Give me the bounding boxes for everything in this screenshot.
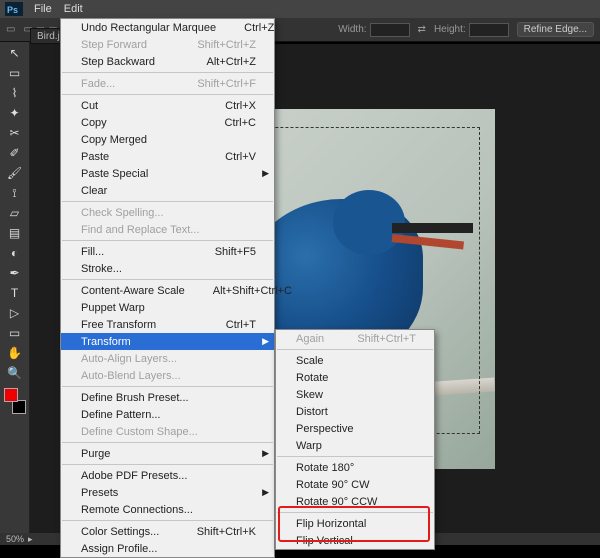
app-logo: Ps: [4, 1, 24, 17]
submenu-rotate-90-ccw[interactable]: Rotate 90° CCW: [276, 493, 434, 510]
submenu-rotate[interactable]: Rotate: [276, 369, 434, 386]
zoom-arrow-icon[interactable]: ▸: [28, 534, 33, 545]
tool-gradient[interactable]: ▤: [4, 224, 26, 242]
menu-copy[interactable]: CopyCtrl+C: [61, 114, 274, 131]
height-label: Height:: [434, 24, 466, 35]
menu-content-aware-scale[interactable]: Content-Aware ScaleAlt+Shift+Ctrl+C: [61, 282, 274, 299]
tool-hand[interactable]: ✋: [4, 344, 26, 362]
menu-paste-special[interactable]: Paste Special▶: [61, 165, 274, 182]
submenu-distort[interactable]: Distort: [276, 403, 434, 420]
submenu-scale[interactable]: Scale: [276, 352, 434, 369]
tool-pen[interactable]: ✒: [4, 264, 26, 282]
tool-path[interactable]: ▷: [4, 304, 26, 322]
menu-paste[interactable]: PasteCtrl+V: [61, 148, 274, 165]
menu-auto-blend: Auto-Blend Layers...: [61, 367, 274, 384]
menu-define-pattern[interactable]: Define Pattern...: [61, 406, 274, 423]
transform-submenu: AgainShift+Ctrl+T Scale Rotate Skew Dist…: [275, 329, 435, 550]
tool-dodge[interactable]: ◐: [4, 244, 26, 262]
submenu-flip-vertical[interactable]: Flip Vertical: [276, 532, 434, 549]
menu-edit[interactable]: Edit: [58, 1, 89, 17]
tool-eyedropper[interactable]: ✐: [4, 144, 26, 162]
menu-fill[interactable]: Fill...Shift+F5: [61, 243, 274, 260]
menu-puppet-warp[interactable]: Puppet Warp: [61, 299, 274, 316]
width-label: Width:: [338, 24, 366, 35]
color-swatches[interactable]: [4, 388, 26, 414]
submenu-rotate-180[interactable]: Rotate 180°: [276, 459, 434, 476]
tool-brush[interactable]: 🖌: [4, 164, 26, 182]
marquee-tool-icon[interactable]: ▭: [6, 24, 15, 35]
menu-cut[interactable]: CutCtrl+X: [61, 97, 274, 114]
refine-edge-button[interactable]: Refine Edge...: [517, 22, 594, 37]
menu-stroke[interactable]: Stroke...: [61, 260, 274, 277]
menu-copy-merged[interactable]: Copy Merged: [61, 131, 274, 148]
submenu-again: AgainShift+Ctrl+T: [276, 330, 434, 347]
tool-move[interactable]: ↖: [4, 44, 26, 62]
menu-step-backward[interactable]: Step BackwardAlt+Ctrl+Z: [61, 53, 274, 70]
menu-auto-align: Auto-Align Layers...: [61, 350, 274, 367]
menu-check-spelling: Check Spelling...: [61, 204, 274, 221]
height-field[interactable]: [469, 23, 509, 37]
menu-presets[interactable]: Presets▶: [61, 484, 274, 501]
zoom-level[interactable]: 50%: [6, 534, 24, 544]
swap-dimensions-icon[interactable]: ⇄: [418, 24, 426, 35]
menu-step-forward: Step ForwardShift+Ctrl+Z: [61, 36, 274, 53]
menu-undo[interactable]: Undo Rectangular MarqueeCtrl+Z: [61, 19, 274, 36]
menubar: Ps File Edit: [0, 0, 600, 18]
menu-file[interactable]: File: [28, 1, 58, 17]
menu-free-transform[interactable]: Free TransformCtrl+T: [61, 316, 274, 333]
menu-clear[interactable]: Clear: [61, 182, 274, 199]
menu-color-settings[interactable]: Color Settings...Shift+Ctrl+K: [61, 523, 274, 540]
submenu-perspective[interactable]: Perspective: [276, 420, 434, 437]
tool-marquee[interactable]: ▭: [4, 64, 26, 82]
submenu-skew[interactable]: Skew: [276, 386, 434, 403]
tool-lasso[interactable]: ⌇: [4, 84, 26, 102]
menu-adobe-pdf-presets[interactable]: Adobe PDF Presets...: [61, 467, 274, 484]
menu-fade: Fade...Shift+Ctrl+F: [61, 75, 274, 92]
submenu-rotate-90-cw[interactable]: Rotate 90° CW: [276, 476, 434, 493]
background-color-swatch[interactable]: [12, 400, 26, 414]
tool-zoom[interactable]: 🔍: [4, 364, 26, 382]
foreground-color-swatch[interactable]: [4, 388, 18, 402]
menu-purge[interactable]: Purge▶: [61, 445, 274, 462]
menu-assign-profile[interactable]: Assign Profile...: [61, 540, 274, 557]
tool-type[interactable]: T: [4, 284, 26, 302]
menu-define-brush[interactable]: Define Brush Preset...: [61, 389, 274, 406]
toolbox: ↖ ▭ ⌇ ✦ ✂ ✐ 🖌 ⟟ ▱ ▤ ◐ ✒ T ▷ ▭ ✋ 🔍: [0, 42, 30, 533]
menu-transform[interactable]: Transform▶: [61, 333, 274, 350]
tool-crop[interactable]: ✂: [4, 124, 26, 142]
menu-define-custom-shape: Define Custom Shape...: [61, 423, 274, 440]
tool-wand[interactable]: ✦: [4, 104, 26, 122]
tool-eraser[interactable]: ▱: [4, 204, 26, 222]
edit-menu: Undo Rectangular MarqueeCtrl+Z Step Forw…: [60, 18, 275, 558]
menu-find-replace: Find and Replace Text...: [61, 221, 274, 238]
tool-stamp[interactable]: ⟟: [4, 184, 26, 202]
ps-glyph: Ps: [7, 5, 18, 15]
submenu-flip-horizontal[interactable]: Flip Horizontal: [276, 515, 434, 532]
width-field[interactable]: [370, 23, 410, 37]
tool-shape[interactable]: ▭: [4, 324, 26, 342]
submenu-warp[interactable]: Warp: [276, 437, 434, 454]
menu-remote-connections[interactable]: Remote Connections...: [61, 501, 274, 518]
